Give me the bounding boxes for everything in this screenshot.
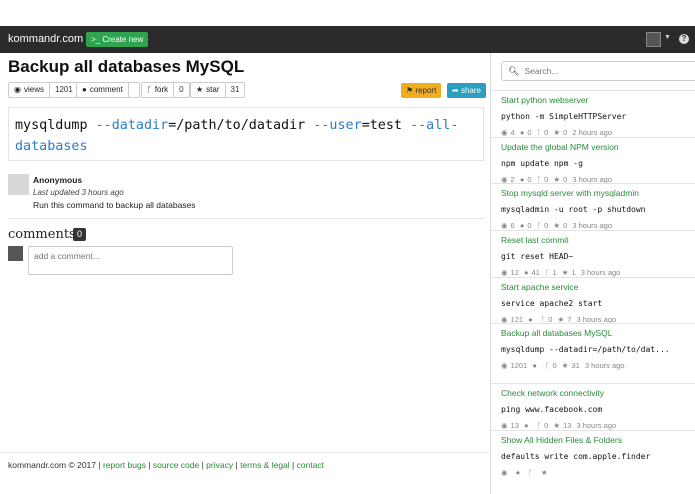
star-pill[interactable]: ★ star 31 [190,82,246,98]
comments-heading: comments [8,227,76,242]
snippet-command: npm update npm -g [501,159,583,168]
star-icon: ★ [561,361,569,370]
snippet-command: mysqldump --datadir=/path/to/dat... [501,345,670,354]
divider [8,218,484,219]
footer-link-report-bugs[interactable]: report bugs [103,460,146,470]
top-strip [0,0,695,26]
search-input[interactable] [524,66,675,76]
sidebar: 🔍︎ Start python webserver python -m Simpl… [490,53,695,494]
snippet-title[interactable]: Reset last commit [501,235,695,245]
snippet-item[interactable]: Show All Hidden Files & Folders defaults … [491,430,695,477]
comment-icon: ● [519,221,525,230]
snippet-title[interactable]: Backup all databases MySQL [501,328,695,338]
snippet-title[interactable]: Check network connectivity [501,388,695,398]
views-count: 1201 [49,83,78,97]
comment-icon: ● [523,268,529,277]
snippet-item[interactable]: Check network connectivity ping www.faceb… [491,383,695,430]
eye-icon: ◉ [501,421,508,430]
search-icon: 🔍︎ [508,65,520,76]
user-avatar[interactable] [646,32,661,47]
star-icon: ★ [553,128,561,137]
fork-icon: ᚴ [536,128,542,137]
page-title: Backup all databases MySQL [8,57,245,76]
snippet-command: python -m SimpleHTTPServer [501,112,627,121]
star-icon: ★ [561,268,569,277]
comment-user-avatar [8,246,23,261]
comment-icon: ● [515,468,521,477]
brand-logo[interactable]: kommandr.com [8,33,83,45]
author-avatar [8,174,29,195]
comment-icon: ● [82,85,87,94]
snippet-title[interactable]: Start apache service [501,282,695,292]
fork-icon: ᚴ [536,421,542,430]
help-icon[interactable]: ? [679,34,689,44]
footer-link-contact[interactable]: contact [297,460,324,470]
share-icon: ➦ [452,86,461,95]
views-pill: ◉ views 1201 [8,82,79,98]
eye-icon: ◉ [501,128,508,137]
fork-icon: ᚴ [544,361,550,370]
star-icon: ★ [553,421,561,430]
comment-icon: ● [523,421,529,430]
command-code[interactable]: mysqldump --datadir=/path/to/datadir --u… [8,107,484,161]
navbar: kommandr.com >_ Create new ▼ ? [0,26,695,53]
snippet-command: git reset HEAD~ [501,252,574,261]
author-name: Anonymous [33,175,83,185]
eye-icon: ◉ [14,85,21,94]
command-description: Run this command to backup all databases [33,200,196,210]
fork-icon: ᚴ [544,268,550,277]
snippet-command: service apache2 start [501,299,603,308]
snippet-title[interactable]: Show All Hidden Files & Folders [501,435,695,445]
flag-icon: ⚑ [406,86,416,95]
eye-icon: ◉ [501,468,508,477]
snippet-meta: ◉ ● ᚴ ★ [501,468,695,477]
fork-pill[interactable]: ᚴ fork 0 [141,82,190,98]
snippet-title[interactable]: Stop mysqld server with mysqladmin [501,188,695,198]
eye-icon: ◉ [501,361,508,370]
snippet-item[interactable]: Start python webserver python -m SimpleHT… [491,90,695,137]
snippet-item[interactable]: Stop mysqld server with mysqladmin mysqla… [491,183,695,230]
snippet-meta: ◉ 6 ● 0 ᚴ0 ★ 0 3 hours ago [501,221,612,230]
fork-icon: ᚴ [528,468,533,477]
snippet-title[interactable]: Start python webserver [501,95,695,105]
fork-icon: ᚴ [536,221,542,230]
report-button[interactable]: ⚑ report [401,83,442,98]
comments-count-badge: 0 [73,228,86,241]
fork-icon: ᚴ [147,85,152,94]
snippet-item[interactable]: Start apache service service apache2 star… [491,277,695,324]
fork-count: 0 [173,83,188,97]
create-new-button[interactable]: >_ Create new [86,32,149,47]
footer-link-privacy[interactable]: privacy [206,460,233,470]
snippet-command: defaults write com.apple.finder [501,452,651,461]
star-icon: ★ [540,468,548,477]
eye-icon: ◉ [501,221,508,230]
snippet-item[interactable]: Update the global NPM version npm update … [491,137,695,184]
footer-copyright: kommandr.com © 2017 [8,460,96,470]
star-icon: ★ [196,85,204,94]
snippet-meta: ◉ 13 ● ᚴ0 ★ 13 3 hours ago [501,421,617,430]
footer: kommandr.com © 2017 | report bugs | sour… [0,452,490,494]
snippet-meta: ◉ 4 ● 0 ᚴ0 ★ 0 2 hours ago [501,128,612,137]
search-box[interactable]: 🔍︎ [501,61,695,81]
snippet-item[interactable]: Reset last commit git reset HEAD~ ◉ 12 ● 41 … [491,230,695,277]
footer-link-source-code[interactable]: source code [153,460,199,470]
share-button[interactable]: ➦ share [447,83,486,98]
footer-link-terms[interactable]: terms & legal [240,460,290,470]
caret-down-icon[interactable]: ▼ [664,34,671,41]
snippet-title[interactable]: Update the global NPM version [501,142,695,152]
comment-count [127,83,139,97]
eye-icon: ◉ [501,268,508,277]
snippet-meta: ◉ 12 ● 41 ᚴ1 ★ 1 3 hours ago [501,268,621,277]
snippet-item[interactable]: Backup all databases MySQL mysqldump --da… [491,323,695,370]
comment-icon: ● [519,128,525,137]
comment-input[interactable] [28,246,233,275]
comment-icon: ● [532,361,537,370]
star-count: 31 [224,83,245,97]
last-updated: Last updated 3 hours ago [33,188,124,197]
snippet-command: mysqladmin -u root -p shutdown [501,205,646,214]
comment-pill[interactable]: ● comment [76,82,140,98]
star-icon: ★ [553,221,561,230]
snippet-command: ping www.facebook.com [501,405,603,414]
snippet-meta: ◉ 1201 ● ᚴ0 ★ 31 3 hours ago [501,361,625,370]
